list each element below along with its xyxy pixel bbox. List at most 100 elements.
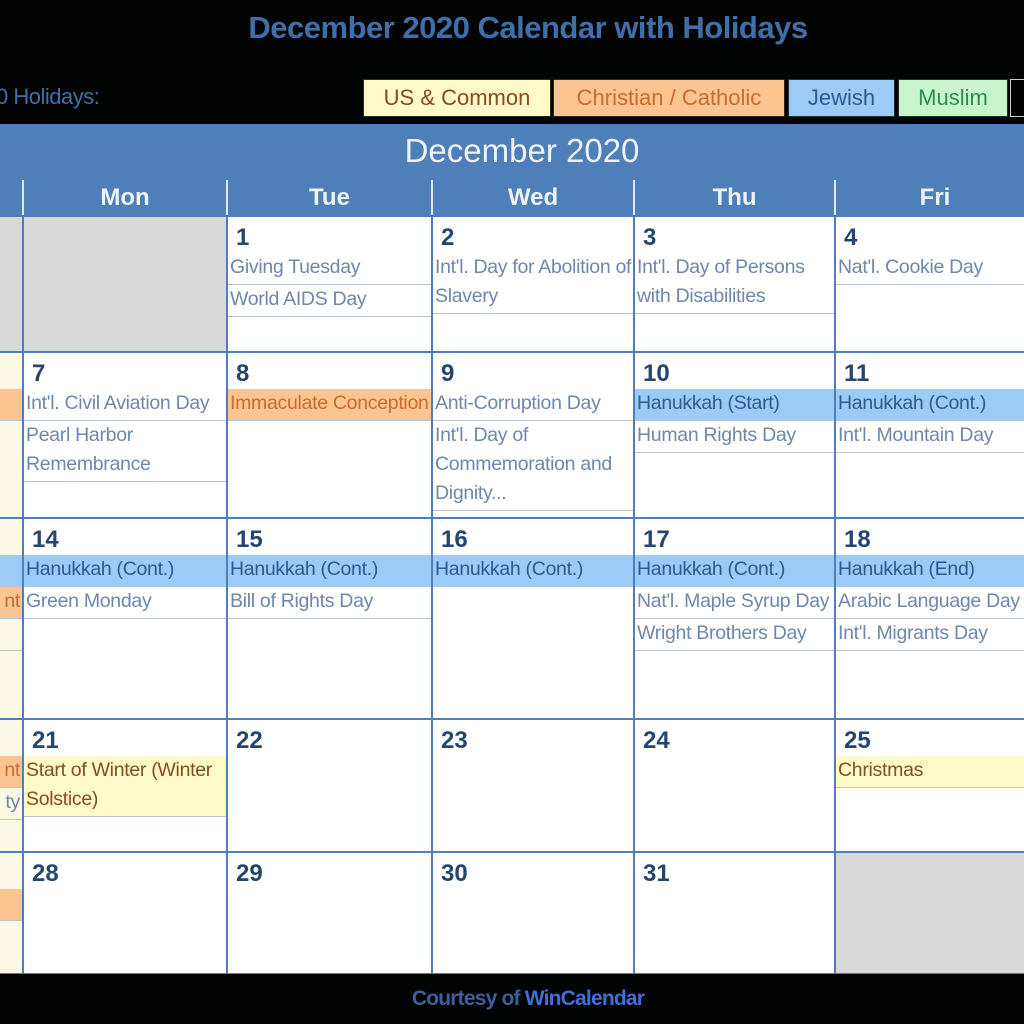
holiday-event[interactable]: Hanukkah (Cont.) [228, 555, 431, 587]
legend-item-jewish: Jewish [788, 79, 895, 117]
day-cell-27[interactable]: 27 [0, 853, 22, 973]
day-cell-22[interactable]: 22 [228, 720, 431, 851]
holiday-event[interactable]: Int'l. Migrants Day [836, 619, 1024, 651]
holiday-event[interactable]: Int'l. Day of Commemoration and Dignity.… [433, 421, 633, 511]
holiday-event[interactable] [0, 889, 22, 921]
day-number: 21 [32, 727, 59, 754]
holiday-event[interactable]: ty [0, 788, 22, 820]
holiday-event[interactable]: Christmas [836, 756, 1024, 788]
day-cell-11[interactable]: 11 Hanukkah (Cont.) Int'l. Mountain Day [836, 353, 1024, 517]
day-cell-17[interactable]: 17 Hanukkah (Cont.) Nat'l. Maple Syrup Day… [635, 519, 834, 718]
day-cell-10[interactable]: 10 Hanukkah (Start) Human Rights Day [635, 353, 834, 517]
legend-item-other [1010, 79, 1024, 117]
day-cell-14[interactable]: 14 Hanukkah (Cont.) Green Monday [24, 519, 226, 718]
wincalendar-link[interactable]: WinCalendar [525, 987, 645, 1010]
day-number: 24 [643, 727, 670, 754]
holiday-event[interactable]: Nat'l. Cookie Day [836, 253, 1024, 285]
day-number: 18 [844, 526, 871, 553]
day-number: 7 [32, 360, 46, 387]
day-number: 9 [441, 360, 455, 387]
day-cell-6[interactable]: 6 [0, 353, 22, 517]
holiday-event[interactable]: Giving Tuesday [228, 253, 431, 285]
holiday-event[interactable]: Int'l. Mountain Day [836, 421, 1024, 453]
holiday-event[interactable]: Green Monday [24, 587, 226, 619]
holiday-event[interactable]: nt [0, 587, 22, 619]
day-cell-20[interactable]: 20ntty [0, 720, 22, 851]
holiday-event[interactable]: Pearl Harbor Remembrance [24, 421, 226, 482]
day-number: 17 [643, 526, 670, 553]
holiday-event[interactable]: Anti-Corruption Day [433, 389, 633, 421]
day-number: 23 [441, 727, 468, 754]
empty-day-cell [836, 853, 1024, 973]
day-cell-23[interactable]: 23 [433, 720, 633, 851]
day-number: 15 [236, 526, 263, 553]
day-number: 16 [441, 526, 468, 553]
holiday-event[interactable]: Hanukkah (Start) [635, 389, 834, 421]
holiday-event[interactable]: Hanukkah (Cont.) [24, 555, 226, 587]
day-cell-15[interactable]: 15 Hanukkah (Cont.) Bill of Rights Day [228, 519, 431, 718]
day-number: 1 [236, 224, 250, 251]
day-cell-29[interactable]: 29 [228, 853, 431, 973]
day-number: 31 [643, 860, 670, 887]
holiday-event[interactable]: Int'l. Day for Abolition of Slavery [433, 253, 633, 314]
day-cell-18[interactable]: 18 Hanukkah (End) Arabic Language Day Int'l… [836, 519, 1024, 718]
day-number: 22 [236, 727, 263, 754]
day-number: 29 [236, 860, 263, 887]
day-cell-31[interactable]: 31 [635, 853, 834, 973]
holiday-event[interactable]: Hanukkah (Cont.) [836, 389, 1024, 421]
day-number: 8 [236, 360, 250, 387]
holiday-event[interactable]: Start of Winter (Winter Solstice) [24, 756, 226, 817]
day-cell-21[interactable]: 21 Start of Winter (Winter Solstice) [24, 720, 226, 851]
holiday-event[interactable]: Nat'l. Maple Syrup Day [635, 587, 834, 619]
holiday-event[interactable]: Int'l. Day of Persons with Disabilities [635, 253, 834, 314]
day-number: 11 [844, 360, 870, 387]
holiday-event[interactable]: Hanukkah (End) [836, 555, 1024, 587]
day-number: 4 [844, 224, 858, 251]
day-number: 10 [643, 360, 670, 387]
page-title: December 2020 Calendar with Holidays [248, 10, 808, 45]
empty-day-cell [0, 217, 22, 351]
holiday-event[interactable]: Arabic Language Day [836, 587, 1024, 619]
holiday-event[interactable]: Wright Brothers Day [635, 619, 834, 651]
holiday-event[interactable] [0, 389, 22, 421]
day-cell-25[interactable]: 25 Christmas [836, 720, 1024, 851]
day-header-thu: Thu [633, 180, 834, 215]
legend-item-muslim: Muslim [898, 79, 1008, 117]
holiday-event[interactable] [0, 555, 22, 587]
day-header-tue: Tue [226, 180, 431, 215]
day-header-fri: Fri [834, 180, 1024, 215]
day-cell-2[interactable]: 2 Int'l. Day for Abolition of Slavery [433, 217, 633, 351]
footer-prefix: Courtesy of [411, 987, 525, 1010]
day-header-sun: Sun [0, 180, 22, 215]
day-cell-28[interactable]: 28 [24, 853, 226, 973]
day-cell-1[interactable]: 1 Giving Tuesday World AIDS Day [228, 217, 431, 351]
day-number: 3 [643, 224, 657, 251]
holiday-event[interactable]: Human Rights Day [635, 421, 834, 453]
day-number: 28 [32, 860, 59, 887]
holiday-event[interactable] [0, 619, 22, 651]
holiday-event[interactable]: World AIDS Day [228, 285, 431, 317]
day-cell-9[interactable]: 9 Anti-Corruption Day Int'l. Day of Commem… [433, 353, 633, 517]
footer-credit: Courtesy of WinCalendar [0, 987, 1024, 1011]
day-number: 25 [844, 727, 871, 754]
day-cell-8[interactable]: 8 Immaculate Conception [228, 353, 431, 517]
holiday-event[interactable]: Bill of Rights Day [228, 587, 431, 619]
day-cell-4[interactable]: 4 Nat'l. Cookie Day [836, 217, 1024, 351]
holiday-event[interactable]: Immaculate Conception [228, 389, 431, 421]
day-number: 14 [32, 526, 59, 553]
day-cell-24[interactable]: 24 [635, 720, 834, 851]
day-cell-16[interactable]: 16 Hanukkah (Cont.) [433, 519, 633, 718]
calendar: December 2020 SunMonTueWedThuFriSat1Givi… [0, 124, 1024, 974]
day-number: 2 [441, 224, 455, 251]
day-cell-13[interactable]: 13 nt [0, 519, 22, 718]
holiday-event[interactable]: Hanukkah (Cont.) [433, 555, 633, 587]
day-cell-30[interactable]: 30 [433, 853, 633, 973]
day-cell-3[interactable]: 3 Int'l. Day of Persons with Disabilities [635, 217, 834, 351]
day-cell-7[interactable]: 7 Int'l. Civil Aviation Day Pearl Harbor R… [24, 353, 226, 517]
day-number: 30 [441, 860, 468, 887]
legend-item-us-common: US & Common [363, 79, 551, 117]
holiday-event[interactable]: nt [0, 756, 22, 788]
holiday-event[interactable]: Int'l. Civil Aviation Day [24, 389, 226, 421]
legend-item-christian-catholic: Christian / Catholic [553, 79, 785, 117]
holiday-event[interactable]: Hanukkah (Cont.) [635, 555, 834, 587]
